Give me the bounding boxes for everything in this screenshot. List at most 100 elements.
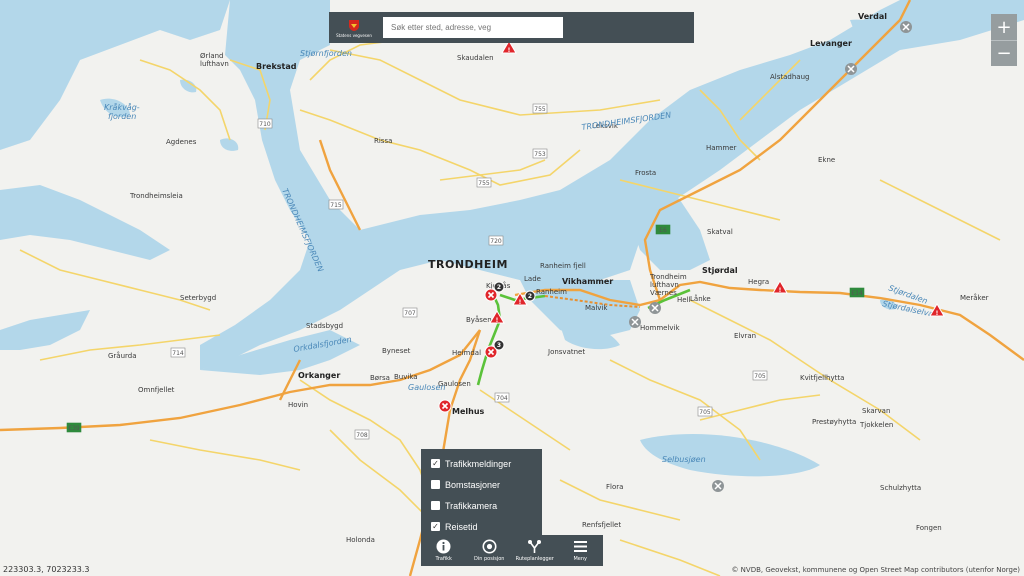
road-number: 714 xyxy=(172,350,184,357)
toolbar-label: Trafikk xyxy=(435,556,452,562)
road-number: 708 xyxy=(356,432,368,439)
place-label: Lade xyxy=(524,275,541,283)
layer-toggle-trafikkamera[interactable]: Trafikkamera xyxy=(431,495,542,516)
place-label: Skarvan xyxy=(862,407,890,415)
ruteplanlegger-button[interactable]: Ruteplanlegger xyxy=(512,535,558,566)
place-label: Børsa xyxy=(370,374,390,382)
toolbar-label: Din posisjon xyxy=(474,556,505,562)
check-icon: ✓ xyxy=(432,522,439,531)
place-label: Gråurda xyxy=(108,351,137,360)
warning-icon: ! xyxy=(519,299,522,306)
place-label: Flora xyxy=(606,483,623,491)
place-label: Meråker xyxy=(960,293,989,302)
place-label: lufthavn xyxy=(650,281,679,289)
place-label: Ørland xyxy=(200,52,224,60)
trafikk-button[interactable]: Trafikk xyxy=(421,535,467,566)
layer-toggle-reisetid[interactable]: ✓ Reisetid xyxy=(431,516,542,537)
water-label: fjorden xyxy=(108,112,136,121)
crest-icon xyxy=(349,19,359,31)
town-label: Levanger xyxy=(810,39,852,48)
location-icon xyxy=(482,539,497,554)
road-number: 755 xyxy=(534,106,546,113)
place-label: Elvran xyxy=(734,332,756,340)
road-number: 705 xyxy=(754,373,766,380)
road-number: 753 xyxy=(534,151,546,158)
layer-label: Bomstasjoner xyxy=(445,479,501,490)
water-label: Stjørnfjorden xyxy=(300,49,352,58)
city-label: TRONDHEIM xyxy=(428,258,508,271)
place-label: Ranheim xyxy=(536,288,567,296)
warning-icon: ! xyxy=(508,47,511,54)
logo-text: Statens vegvesen xyxy=(336,32,372,38)
place-label: Frosta xyxy=(635,169,656,177)
place-label: Stadsbygd xyxy=(306,322,343,330)
layer-checkbox[interactable]: ✓ xyxy=(431,522,440,531)
road-number: E14 xyxy=(851,290,863,297)
place-label: Omnfjellet xyxy=(138,386,175,394)
road-number: E39 xyxy=(68,425,80,432)
place-label: Seterbygd xyxy=(180,294,216,302)
road-number: 755 xyxy=(478,180,490,187)
place-label: Fongen xyxy=(916,524,942,532)
map-viewport[interactable]: TRONDHEIM Brekstad Orkanger Melhus Stjør… xyxy=(0,0,1024,576)
town-label: Melhus xyxy=(452,407,485,416)
road-number: 707 xyxy=(404,310,416,317)
event-count: 2 xyxy=(497,284,501,291)
place-label: Trondheimsleia xyxy=(129,192,183,200)
place-label: Ekne xyxy=(818,156,835,164)
place-label: Byneset xyxy=(382,347,411,355)
place-label: lufthavn xyxy=(200,60,229,68)
info-icon xyxy=(436,539,451,554)
road-number: E6 xyxy=(659,227,667,234)
town-label: Vikhammer xyxy=(562,277,613,286)
water-label: Selbusjøen xyxy=(662,455,706,464)
place-label: Trondheim xyxy=(649,273,687,281)
layer-checkbox[interactable] xyxy=(431,480,440,489)
din-posisjon-button[interactable]: Din posisjon xyxy=(467,535,513,566)
town-label: Brekstad xyxy=(256,62,297,71)
place-label: Prestøyhytta xyxy=(812,418,856,426)
map-attribution: © NVDB, Geovekst, kommunene og Open Stre… xyxy=(731,566,1020,574)
logo[interactable]: Statens vegvesen xyxy=(329,12,379,43)
layer-toggle-trafikkmeldinger[interactable]: ✓ Trafikkmeldinger xyxy=(431,453,542,474)
zoom-out-button[interactable]: − xyxy=(991,40,1017,66)
place-label: Holonda xyxy=(346,536,375,544)
place-label: Alstadhaug xyxy=(770,73,809,81)
layer-label: Reisetid xyxy=(445,521,478,532)
meny-button[interactable]: Meny xyxy=(558,535,604,566)
place-label: Værnes xyxy=(650,289,677,297)
layer-label: Trafikkamera xyxy=(445,500,498,511)
road-number: 705 xyxy=(699,409,711,416)
warning-icon: ! xyxy=(936,310,939,317)
water-label: Gaulosen xyxy=(408,383,445,392)
water-label: Kråkvåg- xyxy=(104,102,140,112)
place-label: Hovin xyxy=(288,401,308,409)
search-input[interactable] xyxy=(383,17,563,38)
layer-checkbox[interactable]: ✓ xyxy=(431,459,440,468)
bottom-toolbar: Trafikk Din posisjon Ruteplanlegger Meny xyxy=(421,535,603,566)
road-number: 715 xyxy=(330,202,342,209)
zoom-in-button[interactable]: + xyxy=(991,14,1017,40)
place-label: Heimdal xyxy=(452,349,481,357)
layer-checkbox[interactable] xyxy=(431,501,440,510)
place-label: Renfsfjellet xyxy=(582,521,621,529)
place-label: Malvik xyxy=(585,304,608,312)
place-label: Skaudalen xyxy=(457,54,494,62)
layer-toggle-bomstasjoner[interactable]: Bomstasjoner xyxy=(431,474,542,495)
road-number: 704 xyxy=(496,395,508,402)
place-label: Schulzhytta xyxy=(880,484,921,492)
place-label: Kvitfjellhytta xyxy=(800,374,844,382)
place-label: Rissa xyxy=(374,137,392,145)
town-label: Orkanger xyxy=(298,371,340,380)
toolbar-label: Meny xyxy=(573,556,588,562)
route-icon xyxy=(528,540,542,553)
town-label: Stjørdal xyxy=(702,266,738,275)
event-count: 2 xyxy=(528,293,532,300)
layer-menu: ✓ Trafikkmeldinger Bomstasjoner Trafikkamer… xyxy=(421,449,542,535)
place-label: Hegra xyxy=(748,278,769,286)
place-label: Skatval xyxy=(707,228,733,236)
place-label: Agdenes xyxy=(166,138,197,146)
place-label: Hommelvik xyxy=(640,324,681,332)
menu-icon xyxy=(573,541,587,552)
top-bar: Statens vegvesen xyxy=(329,12,694,43)
